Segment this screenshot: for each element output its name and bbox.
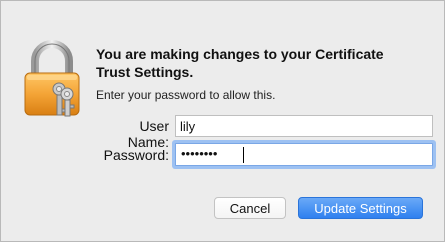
password-field[interactable]: •••••••• xyxy=(175,143,433,166)
update-settings-button[interactable]: Update Settings xyxy=(298,197,423,219)
dialog-title: You are making changes to your Certifica… xyxy=(96,46,384,80)
authorization-dialog: You are making changes to your Certifica… xyxy=(0,0,445,242)
password-label: Password: xyxy=(103,147,169,163)
cancel-button[interactable]: Cancel xyxy=(214,197,286,219)
lock-with-keys-icon xyxy=(24,40,80,117)
username-field[interactable] xyxy=(175,115,433,137)
password-masked-value: •••••••• xyxy=(181,146,218,161)
dialog-subtitle: Enter your password to allow this. xyxy=(96,88,276,102)
text-cursor xyxy=(243,147,244,163)
username-label: User Name: xyxy=(127,118,169,150)
